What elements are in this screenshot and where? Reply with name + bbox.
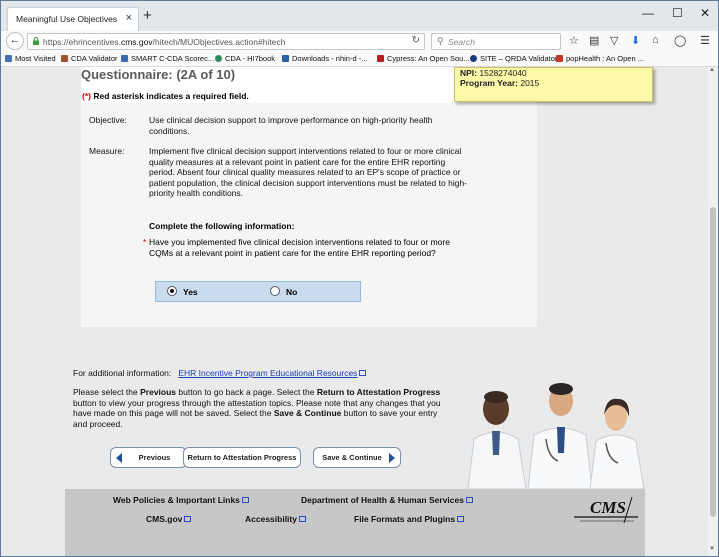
downloads-icon[interactable]: ⬇ (631, 34, 640, 47)
bookmarks-toolbar: Most Visited CDA Validator SMART C-CDA S… (1, 52, 718, 67)
nav-bar: ← https://ehrincentives.cms.gov/hitech/M… (1, 31, 718, 53)
bookmark-icon (282, 55, 289, 62)
accessibility-link[interactable]: Accessibility (245, 514, 306, 524)
no-label[interactable]: No (286, 287, 297, 297)
page-footer: Web Policies & Important Links Departmen… (65, 489, 645, 556)
scroll-up-icon[interactable]: ▲ (709, 67, 715, 73)
scroll-down-icon[interactable]: ▼ (709, 546, 715, 552)
web-policies-link[interactable]: Web Policies & Important Links (113, 495, 249, 505)
maximize-icon[interactable]: ☐ (672, 6, 683, 20)
question-text: * Have you implemented five clinical deci… (143, 237, 450, 258)
bookmark-pophealth[interactable]: popHealth : An Open ... (556, 54, 644, 63)
bookmark-cypress[interactable]: Cypress: An Open Sou... (377, 54, 470, 63)
answer-radio-group: Yes No (155, 281, 361, 302)
external-link-icon (359, 370, 367, 376)
browser-window: Meaningful Use Objectives - E... × + — ☐… (0, 0, 719, 557)
bookmark-icon (556, 55, 563, 62)
cms-logo: CMS (574, 496, 638, 524)
new-tab-icon[interactable]: + (143, 8, 152, 23)
home-icon[interactable]: ⌂ (652, 34, 659, 46)
questionnaire-card: Questionnaire: (2A of 10) (*) Red asteri… (81, 67, 537, 327)
return-to-progress-button[interactable]: Return to Attestation Progress (183, 447, 301, 468)
back-arrow-icon[interactable]: ← (6, 32, 24, 50)
bookmark-smart-ccda[interactable]: SMART C-CDA Scorec... (121, 54, 214, 63)
bookmark-most-visited[interactable]: Most Visited (5, 54, 56, 63)
url-text: https://ehrincentives.cms.gov/hitech/MUO… (43, 37, 286, 47)
external-link-icon (298, 516, 306, 522)
required-asterisk: * (143, 237, 147, 247)
file-formats-link[interactable]: File Formats and Plugins (354, 514, 465, 524)
objective-panel: Objective: Use clinical decision support… (81, 103, 537, 327)
close-window-icon[interactable]: ✕ (700, 6, 710, 20)
menu-icon[interactable]: ☰ (700, 34, 710, 47)
lock-icon (33, 37, 39, 45)
save-continue-button[interactable]: Save & Continue (313, 447, 401, 468)
external-link-icon (184, 516, 192, 522)
url-bar[interactable]: https://ehrincentives.cms.gov/hitech/MUO… (27, 33, 425, 50)
provider-info-popup: NPI: 1528274040 Program Year: 2015 (454, 67, 653, 102)
right-arrow-icon (389, 453, 395, 463)
svg-text:CMS: CMS (590, 498, 626, 517)
vertical-scrollbar[interactable]: ▲ ▼ (708, 67, 718, 556)
bookmark-icon (5, 55, 12, 62)
required-note: (*) Red asterisk indicates a required fi… (82, 91, 249, 101)
program-year-line: Program Year: 2015 (460, 78, 540, 88)
page-viewport: Questionnaire: (2A of 10) (*) Red asteri… (1, 67, 708, 556)
measure-label: Measure: (89, 146, 125, 156)
external-link-icon (241, 497, 249, 503)
pocket-icon[interactable]: ▽ (610, 34, 618, 47)
dhhs-link[interactable]: Department of Health & Human Services (301, 495, 473, 505)
educational-resources-link[interactable]: EHR Incentive Program Educational Resour… (178, 368, 357, 378)
search-input[interactable]: ⚲ Search (431, 33, 561, 50)
cms-gov-link[interactable]: CMS.gov (146, 514, 192, 524)
scrollbar-thumb[interactable] (710, 207, 716, 517)
search-icon: ⚲ (437, 36, 444, 46)
objective-label: Objective: (89, 115, 127, 125)
bookmark-icon (61, 55, 68, 62)
bookmark-star-icon[interactable]: ☆ (569, 34, 579, 47)
bookmark-cda-validator[interactable]: CDA Validator (61, 54, 118, 63)
no-radio[interactable] (270, 286, 280, 296)
complete-heading: Complete the following information: (149, 221, 295, 231)
yes-label[interactable]: Yes (183, 287, 198, 297)
bookmark-downloads-nhin[interactable]: Downloads - nhin-d -... (282, 54, 367, 63)
previous-button[interactable]: Previous (110, 447, 187, 468)
external-link-icon (457, 516, 465, 522)
bookmark-cda-hl7book[interactable]: CDA - HI7book (215, 54, 275, 63)
page-title: Questionnaire: (2A of 10) (81, 67, 236, 82)
reading-list-icon[interactable]: ▤ (589, 34, 599, 47)
bookmark-icon (121, 55, 128, 62)
bookmark-icon (470, 55, 477, 62)
additional-info: For additional information: EHR Incentiv… (73, 368, 367, 378)
left-arrow-icon (116, 453, 122, 463)
reload-icon[interactable]: ↻ (412, 35, 420, 46)
browser-tab[interactable]: Meaningful Use Objectives - E... × (7, 7, 139, 31)
tab-strip: Meaningful Use Objectives - E... × + — ☐… (1, 1, 718, 31)
minimize-icon[interactable]: — (642, 6, 654, 20)
measure-text: Implement five clinical decision support… (149, 146, 467, 198)
tab-title: Meaningful Use Objectives - E... (16, 14, 120, 24)
chat-icon[interactable]: ◯ (674, 34, 686, 47)
objective-text: Use clinical decision support to improve… (149, 115, 433, 136)
npi-line: NPI: 1528274040 (460, 68, 527, 78)
yes-radio[interactable] (167, 286, 177, 296)
external-link-icon (465, 497, 473, 503)
tab-close-icon[interactable]: × (126, 12, 132, 24)
search-placeholder: Search (448, 37, 475, 47)
instructions-text: Please select the Previous button to go … (73, 387, 441, 429)
doctors-illustration (467, 383, 645, 489)
bookmark-icon (377, 55, 384, 62)
bookmark-icon (215, 55, 222, 62)
bookmark-qrda-validator[interactable]: SITE – QRDA Validator (470, 54, 557, 63)
